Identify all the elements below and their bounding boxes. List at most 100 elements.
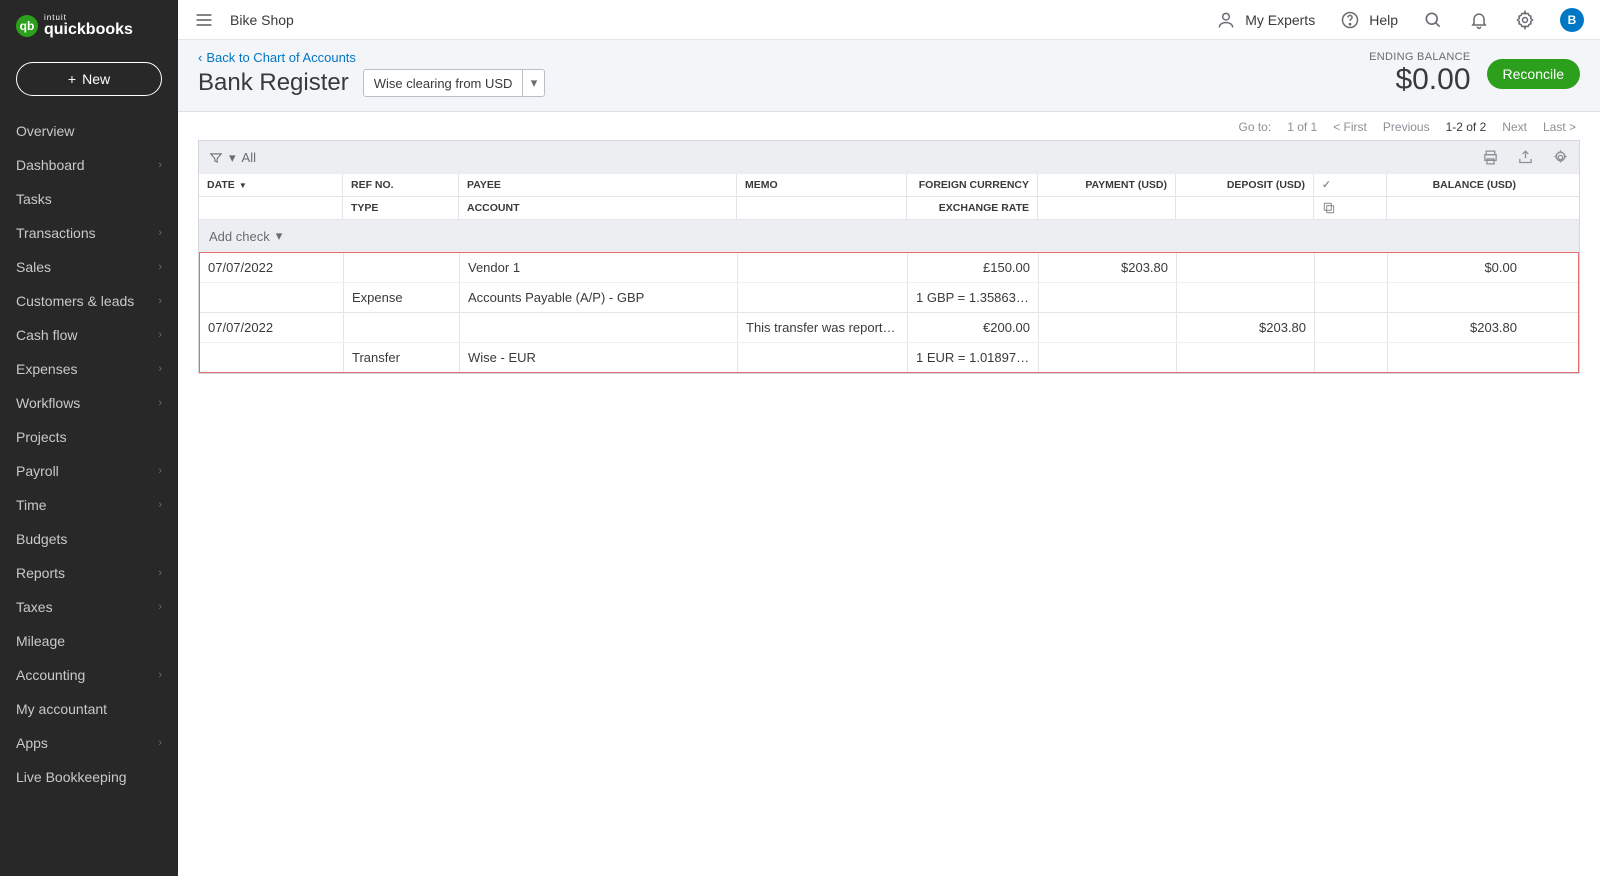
- col-type[interactable]: TYPE: [343, 197, 459, 219]
- filter[interactable]: ▾ All: [209, 150, 256, 166]
- nav-item[interactable]: Projects: [0, 420, 178, 454]
- sidebar: qb intuit quickbooks + New OverviewDashb…: [0, 0, 178, 876]
- cell-deposit: $203.80: [1177, 313, 1315, 342]
- bell-icon[interactable]: [1468, 9, 1490, 31]
- col-foreign-currency[interactable]: FOREIGN CURRENCY: [907, 174, 1038, 196]
- pager-next[interactable]: Next: [1502, 120, 1527, 134]
- col-payment[interactable]: PAYMENT (USD): [1038, 174, 1176, 196]
- settings-gear-icon[interactable]: [1552, 149, 1569, 166]
- menu-icon[interactable]: [194, 10, 214, 30]
- nav-item-label: My accountant: [16, 701, 107, 717]
- nav-item[interactable]: Dashboard ›: [0, 148, 178, 182]
- cell-account: Wise - EUR: [460, 343, 738, 372]
- filter-label: All: [242, 150, 256, 165]
- chevron-left-icon: ‹: [198, 50, 202, 65]
- chevron-right-icon: ›: [158, 261, 162, 273]
- new-button-label: New: [82, 71, 110, 87]
- nav-item[interactable]: My accountant: [0, 692, 178, 726]
- col-check[interactable]: ✓: [1314, 174, 1387, 196]
- back-link-label: Back to Chart of Accounts: [206, 50, 356, 65]
- nav-item[interactable]: Cash flow›: [0, 318, 178, 352]
- cell-check: [1315, 313, 1388, 342]
- cell-ref: [344, 313, 460, 342]
- register-toolbar: ▾ All: [198, 140, 1580, 174]
- transaction-row[interactable]: 07/07/2022This transfer was reported …€2…: [200, 312, 1578, 372]
- nav-item-label: Taxes: [16, 599, 53, 615]
- nav-item-label: Projects: [16, 429, 67, 445]
- nav-item-label: Accounting: [16, 667, 85, 683]
- pager-page: 1 of 1: [1287, 120, 1317, 134]
- chevron-down-icon: ▾: [522, 70, 544, 96]
- col-account[interactable]: ACCOUNT: [459, 197, 737, 219]
- transaction-row[interactable]: 07/07/2022Vendor 1£150.00$203.80$0.00Exp…: [200, 253, 1578, 312]
- cell-balance: $0.00: [1388, 253, 1525, 282]
- brand-glyph: qb: [16, 15, 38, 37]
- print-icon[interactable]: [1482, 149, 1499, 166]
- chevron-right-icon: ›: [158, 567, 162, 579]
- cell-payee: Vendor 1: [460, 253, 738, 282]
- chevron-down-icon: ▾: [276, 228, 283, 244]
- page-header: ‹ Back to Chart of Accounts Bank Registe…: [178, 40, 1600, 112]
- cell-ref: [344, 253, 460, 282]
- nav-item[interactable]: Tasks: [0, 182, 178, 216]
- chevron-right-icon: ›: [158, 159, 162, 171]
- nav-item[interactable]: Live Bookkeeping: [0, 760, 178, 794]
- pager-goto: Go to:: [1239, 120, 1272, 134]
- chevron-right-icon: ›: [158, 669, 162, 681]
- brand-name: quickbooks: [44, 22, 133, 38]
- cell-memo: [738, 253, 908, 282]
- col-deposit[interactable]: DEPOSIT (USD): [1176, 174, 1314, 196]
- export-icon[interactable]: [1517, 149, 1534, 166]
- pager-last[interactable]: Last >: [1543, 120, 1576, 134]
- search-icon[interactable]: [1422, 9, 1444, 31]
- nav-item[interactable]: Overview: [0, 114, 178, 148]
- nav-item[interactable]: Apps›: [0, 726, 178, 760]
- pager-prev[interactable]: Previous: [1383, 120, 1430, 134]
- avatar[interactable]: B: [1560, 8, 1584, 32]
- col-payee[interactable]: PAYEE: [459, 174, 737, 196]
- help[interactable]: Help: [1339, 9, 1398, 31]
- col-ref[interactable]: REF NO.: [343, 174, 459, 196]
- cell-rate: 1 EUR = 1.018978 USD: [908, 343, 1039, 372]
- gear-icon[interactable]: [1514, 9, 1536, 31]
- nav-item[interactable]: Accounting ›: [0, 658, 178, 692]
- nav-item[interactable]: Customers & leads›: [0, 284, 178, 318]
- nav-item[interactable]: Reports ›: [0, 556, 178, 590]
- chevron-right-icon: ›: [158, 295, 162, 307]
- nav-item[interactable]: Expenses›: [0, 352, 178, 386]
- register-grid: DATE▼ REF NO. PAYEE MEMO FOREIGN CURRENC…: [198, 174, 1580, 374]
- nav-item-label: Reports: [16, 565, 65, 581]
- add-check-label: Add check: [209, 229, 270, 244]
- nav-item-label: Live Bookkeeping: [16, 769, 127, 785]
- col-memo[interactable]: MEMO: [737, 174, 907, 196]
- nav-item-label: Workflows: [16, 395, 80, 411]
- my-experts[interactable]: My Experts: [1215, 9, 1315, 31]
- col-exchange-rate[interactable]: EXCHANGE RATE: [907, 197, 1038, 219]
- add-check[interactable]: Add check ▾: [199, 220, 1579, 252]
- account-select[interactable]: Wise clearing from USD ▾: [363, 69, 546, 97]
- reconcile-button[interactable]: Reconcile: [1487, 59, 1580, 89]
- copy-icon[interactable]: [1322, 201, 1336, 215]
- nav-item[interactable]: Workflows›: [0, 386, 178, 420]
- new-button[interactable]: + New: [16, 62, 162, 96]
- nav-item[interactable]: Taxes›: [0, 590, 178, 624]
- account-select-value: Wise clearing from USD: [364, 76, 523, 91]
- nav-item-label: Mileage: [16, 633, 65, 649]
- nav-item-label: Overview: [16, 123, 74, 139]
- nav-item[interactable]: Budgets: [0, 522, 178, 556]
- nav-item-label: Dashboard: [16, 157, 85, 173]
- pager-first[interactable]: < First: [1333, 120, 1367, 134]
- nav-item[interactable]: Mileage: [0, 624, 178, 658]
- col-balance[interactable]: BALANCE (USD): [1387, 174, 1524, 196]
- nav-item-label: Budgets: [16, 531, 67, 547]
- nav-item[interactable]: Time›: [0, 488, 178, 522]
- pagination: Go to: 1 of 1 < First Previous 1-2 of 2 …: [178, 112, 1600, 140]
- nav-item-label: Cash flow: [16, 327, 77, 343]
- cell-payment: [1039, 313, 1177, 342]
- nav-item[interactable]: Transactions›: [0, 216, 178, 250]
- nav-item[interactable]: Sales›: [0, 250, 178, 284]
- back-link[interactable]: ‹ Back to Chart of Accounts: [198, 50, 545, 65]
- cell-check: [1315, 253, 1388, 282]
- col-date[interactable]: DATE▼: [199, 174, 343, 196]
- nav-item[interactable]: Payroll›: [0, 454, 178, 488]
